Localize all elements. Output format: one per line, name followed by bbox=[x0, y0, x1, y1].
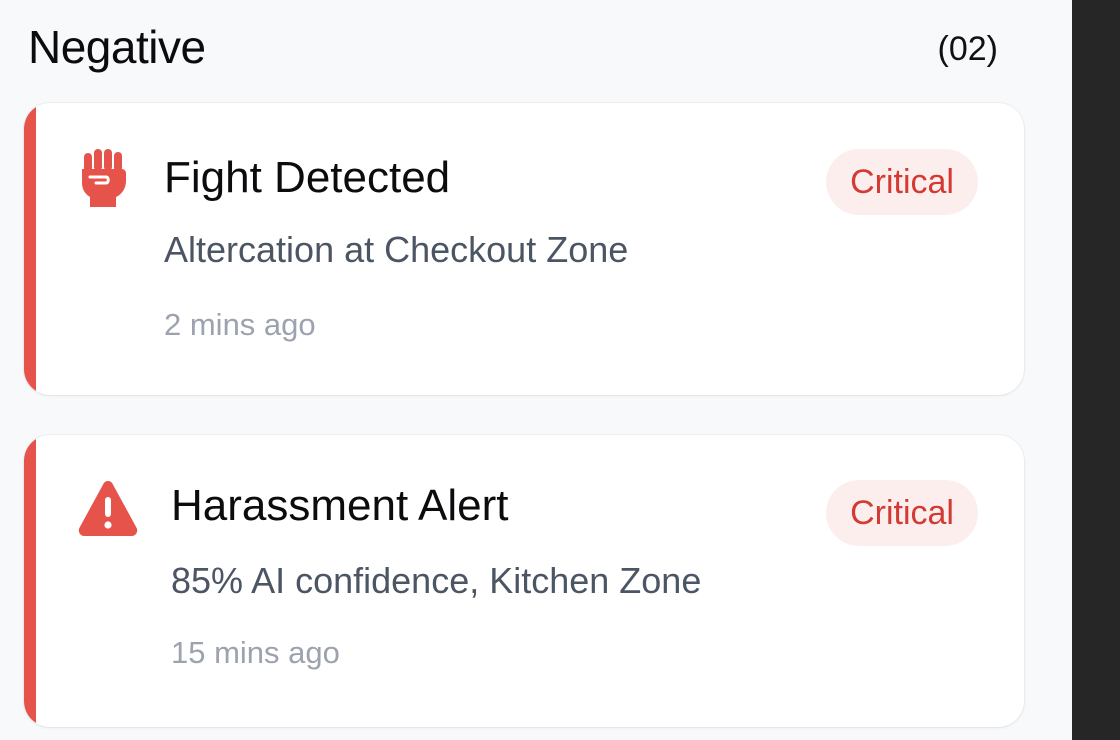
section-count: (02) bbox=[937, 30, 998, 68]
alert-timestamp: 15 mins ago bbox=[171, 635, 340, 670]
severity-badge: Critical bbox=[826, 480, 978, 546]
dark-side-panel bbox=[1072, 0, 1120, 740]
alert-card-harassment[interactable]: Harassment Alert 85% AI confidence, Kitc… bbox=[24, 435, 1024, 727]
severity-accent-bar bbox=[24, 435, 36, 727]
fist-icon bbox=[74, 147, 138, 211]
warning-triangle-icon bbox=[76, 477, 140, 541]
alert-title: Fight Detected bbox=[164, 153, 451, 202]
severity-accent-bar bbox=[24, 103, 36, 395]
section-title: Negative bbox=[28, 21, 206, 73]
alert-card-fight-detected[interactable]: Fight Detected Altercation at Checkout Z… bbox=[24, 103, 1024, 395]
negative-alerts-panel: Negative (02) Fight Detected Altercation… bbox=[0, 0, 1072, 740]
alert-description: 85% AI confidence, Kitchen Zone bbox=[171, 560, 702, 601]
alert-description: Altercation at Checkout Zone bbox=[164, 229, 629, 270]
alert-title: Harassment Alert bbox=[171, 481, 509, 530]
alert-timestamp: 2 mins ago bbox=[164, 307, 316, 342]
severity-badge: Critical bbox=[826, 149, 978, 215]
